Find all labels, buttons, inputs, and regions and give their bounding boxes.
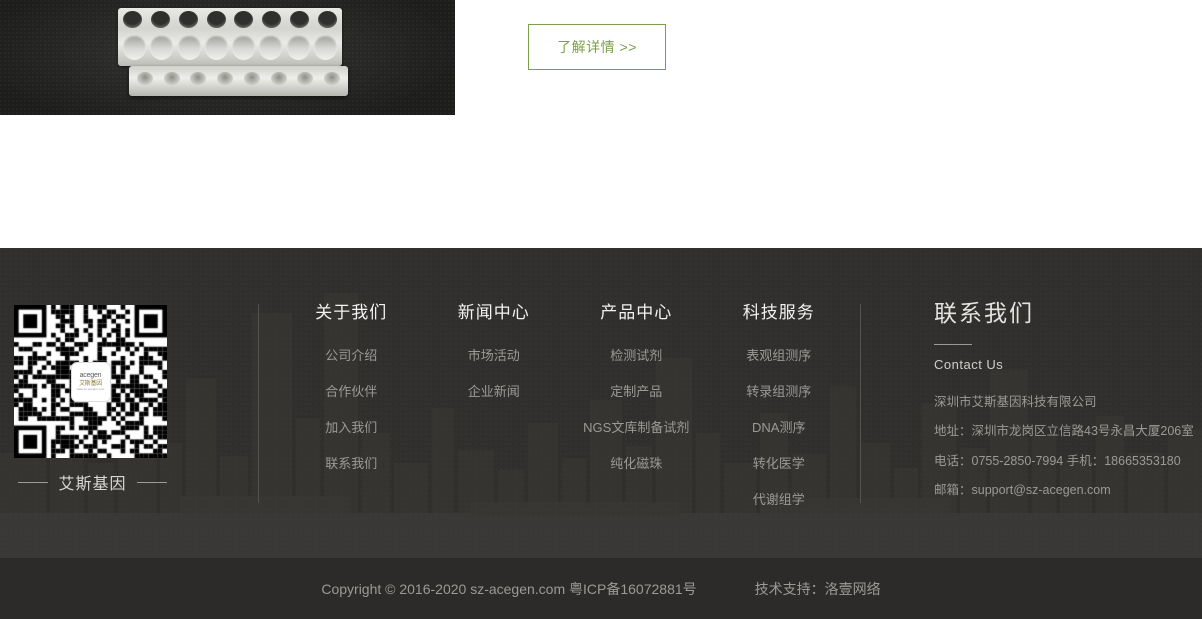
footer-link-market-events[interactable]: 市场活动 <box>423 345 566 364</box>
contact-address: 地址：深圳市龙岗区立信路43号永昌大厦206室 <box>934 424 1194 439</box>
cap-well <box>123 35 146 60</box>
footer-column-title: 产品中心 <box>600 303 673 322</box>
cap-well <box>313 35 337 60</box>
footer-link-contact-us[interactable]: 联系我们 <box>280 453 423 472</box>
pcr-tube-strip-illustration <box>118 8 348 106</box>
cap-well <box>150 35 174 60</box>
footer-link-transcriptome-seq[interactable]: 转录组测序 <box>708 381 851 400</box>
base-tube <box>217 72 234 85</box>
cap-hole <box>234 11 254 28</box>
qr-center-logo: acegen 艾斯基因 www.sz-acegen.com <box>71 362 110 401</box>
cap-well <box>286 35 310 60</box>
footer-link-company-intro[interactable]: 公司介绍 <box>280 345 423 364</box>
footer-link-custom-products[interactable]: 定制产品 <box>565 381 708 400</box>
footer-contact-column: 联系我们 Contact Us 深圳市艾斯基因科技有限公司 地址：深圳市龙岗区立… <box>934 300 1194 514</box>
brand-row: 艾斯基因 <box>0 470 185 494</box>
contact-subtitle: Contact Us <box>934 356 1004 372</box>
cap-hole <box>262 11 282 28</box>
base-tube-row <box>137 72 340 86</box>
footer-divider-right <box>860 304 861 503</box>
footer-link-partners[interactable]: 合作伙伴 <box>280 381 423 400</box>
cap-hole <box>317 11 337 28</box>
footer-link-translational-medicine[interactable]: 转化医学 <box>708 453 851 472</box>
contact-email[interactable]: 邮箱：support@sz-acegen.com <box>934 484 1192 497</box>
base-tube <box>323 72 340 85</box>
hero-section: 了解详情 >> <box>0 0 1202 248</box>
cap-hole <box>206 11 226 28</box>
base-tube <box>270 72 287 85</box>
footer-link-epigenome-seq[interactable]: 表观组测序 <box>708 345 851 364</box>
copyright-bar: Copyright © 2016-2020 sz-acegen.com 粤ICP… <box>0 558 1202 619</box>
contact-phone: 电话：0755-2850-7994 手机：18665353180 <box>934 453 1181 468</box>
footer-column-title: 关于我们 <box>315 303 388 322</box>
footer-column-services: 科技服务 表观组测序 转录组测序 DNA测序 转化医学 代谢组学 <box>708 298 851 525</box>
tech-support-link[interactable]: 技术支持：洛壹网络 <box>755 579 881 599</box>
base-tube <box>297 72 314 85</box>
qr-logo-url: www.sz-acegen.com <box>76 387 105 391</box>
brand-dash-left <box>18 481 49 483</box>
cap-well <box>232 35 256 60</box>
qr-logo-cn: 艾斯基因 <box>79 381 102 387</box>
qr-block: acegen 艾斯基因 www.sz-acegen.com <box>14 305 169 458</box>
cap-well <box>204 35 228 60</box>
footer-column-about: 关于我们 公司介绍 合作伙伴 加入我们 联系我们 <box>280 298 423 525</box>
cap-hole <box>290 11 310 28</box>
brand-name: 艾斯基因 <box>58 476 127 493</box>
footer-column-title: 新闻中心 <box>457 303 530 322</box>
contact-title: 联系我们 <box>934 300 1034 326</box>
cap-hole-row <box>123 11 337 29</box>
tube-cap-strip <box>118 8 342 66</box>
cap-well <box>259 35 283 60</box>
footer-link-purification-beads[interactable]: 纯化磁珠 <box>565 453 708 472</box>
contact-title-rule <box>934 343 972 345</box>
footer-link-company-news[interactable]: 企业新闻 <box>423 381 566 400</box>
footer-content: acegen 艾斯基因 www.sz-acegen.com 艾斯基因 关于我们 … <box>0 248 1202 558</box>
wechat-qr-code[interactable]: acegen 艾斯基因 www.sz-acegen.com <box>14 305 167 458</box>
brand-dash-right <box>136 481 167 483</box>
base-tube <box>243 72 260 85</box>
cap-well <box>177 35 201 60</box>
qr-logo-en: acegen <box>79 372 102 379</box>
tube-base-strip <box>129 66 348 96</box>
footer-link-dna-seq[interactable]: DNA测序 <box>708 417 851 436</box>
footer-column-title: 科技服务 <box>742 303 815 322</box>
learn-more-button[interactable]: 了解详情 >> <box>528 24 666 70</box>
footer-nav-columns: 关于我们 公司介绍 合作伙伴 加入我们 联系我们 新闻中心 市场活动 企业新闻 … <box>280 298 850 525</box>
footer-column-products: 产品中心 检测试剂 定制产品 NGS文库制备试剂 纯化磁珠 <box>565 298 708 525</box>
base-tube <box>190 72 207 85</box>
footer-link-metabolomics[interactable]: 代谢组学 <box>708 489 851 508</box>
cap-well-row <box>123 35 337 61</box>
footer-link-detection-reagents[interactable]: 检测试剂 <box>565 345 708 364</box>
footer-divider-left <box>258 304 259 503</box>
product-image <box>0 0 455 115</box>
footer-link-join-us[interactable]: 加入我们 <box>280 417 423 436</box>
footer-link-ngs-library-prep[interactable]: NGS文库制备试剂 <box>565 417 708 436</box>
site-footer: acegen 艾斯基因 www.sz-acegen.com 艾斯基因 关于我们 … <box>0 248 1202 558</box>
cap-hole <box>178 11 198 28</box>
cap-hole <box>150 11 170 28</box>
contact-company: 深圳市艾斯基因科技有限公司 <box>934 394 1097 409</box>
base-tube <box>137 72 153 85</box>
copyright-text: Copyright © 2016-2020 sz-acegen.com 粤ICP… <box>321 580 697 597</box>
cap-hole <box>123 11 142 28</box>
footer-column-news: 新闻中心 市场活动 企业新闻 <box>423 298 566 525</box>
base-tube <box>163 72 180 85</box>
